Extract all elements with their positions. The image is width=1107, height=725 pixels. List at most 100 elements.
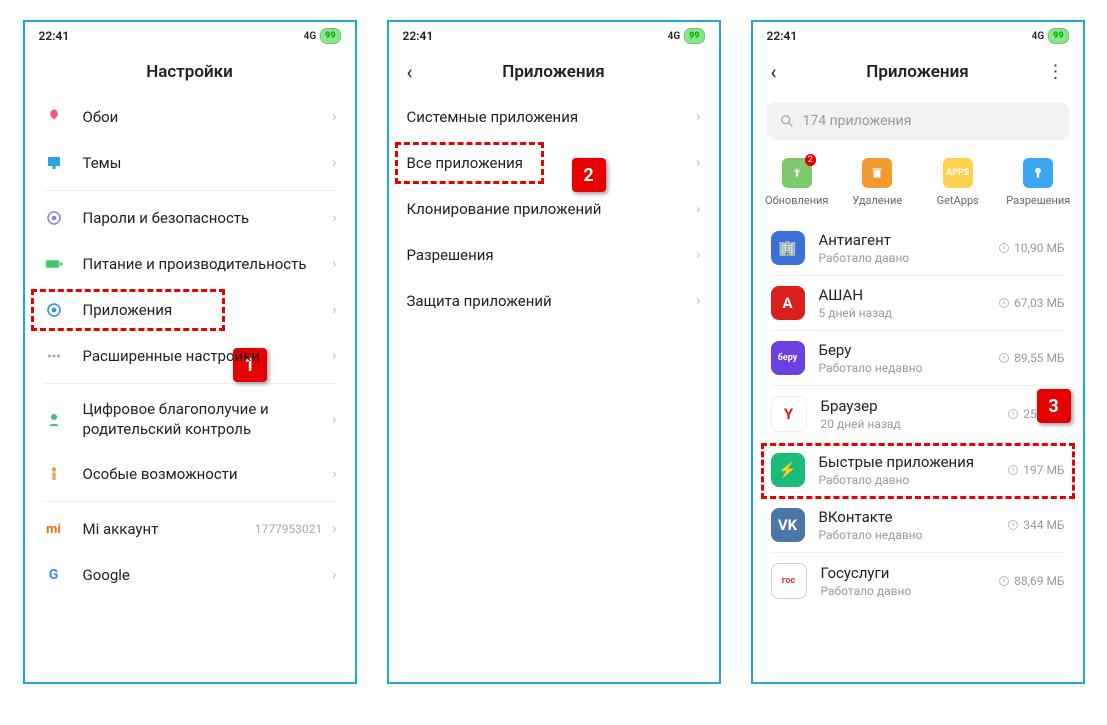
quick-uninstall[interactable]: Удаление	[837, 158, 918, 207]
updates-icon: 2	[782, 158, 812, 188]
app-row[interactable]: беру Беру Работало недавно 89,55 МБ	[753, 331, 1083, 385]
divider	[43, 383, 337, 384]
app-icon: Y	[771, 396, 807, 432]
permissions-icon	[1023, 158, 1053, 188]
step-badge-3: 3	[1037, 389, 1071, 423]
app-name: Браузер	[821, 397, 1008, 415]
row-wallpaper[interactable]: Обои ›	[25, 94, 355, 140]
app-row[interactable]: гос Госуслуги Работало давно 88,69 МБ	[753, 553, 1083, 609]
row-mi-account[interactable]: mi Mi аккаунт 1777953021 ›	[25, 506, 355, 552]
back-button[interactable]: ‹	[763, 56, 785, 88]
getapps-icon: APPS	[943, 158, 973, 188]
battery-icon: 99	[684, 28, 704, 44]
app-subtitle: Работало недавно	[819, 361, 999, 375]
row-themes[interactable]: Темы ›	[25, 140, 355, 186]
divider	[43, 501, 337, 502]
app-texts: АШАН 5 дней назад	[819, 286, 999, 320]
row-apps[interactable]: Приложения ›	[25, 287, 355, 333]
quick-label: Обновления	[765, 194, 828, 207]
storage-icon	[1007, 464, 1019, 476]
row-label: Темы	[83, 154, 333, 172]
app-subtitle: 5 дней назад	[819, 306, 999, 320]
app-size: 89,55 МБ	[998, 351, 1064, 365]
app-name: АШАН	[819, 286, 999, 304]
app-row[interactable]: A АШАН 5 дней назад 67,03 МБ	[753, 276, 1083, 330]
quick-label: Разрешения	[1006, 194, 1070, 207]
chevron-right-icon: ›	[332, 302, 336, 318]
status-right: 4G 99	[1032, 28, 1069, 44]
quick-updates[interactable]: 2 Обновления	[757, 158, 838, 207]
app-row[interactable]: VK ВКонтакте Работало недавно 344 МБ	[753, 498, 1083, 552]
storage-icon	[998, 352, 1010, 364]
row-label: Обои	[83, 108, 333, 126]
row-permissions[interactable]: Разрешения ›	[389, 232, 719, 278]
row-all-apps[interactable]: Все приложения ›	[389, 140, 719, 186]
network-icon: 4G	[1032, 31, 1045, 42]
app-row[interactable]: Y Браузер 20 дней назад 255 МБ	[753, 386, 1083, 442]
chevron-right-icon: ›	[696, 293, 700, 309]
row-accessibility[interactable]: Особые возможности ›	[25, 451, 355, 497]
themes-icon	[43, 152, 65, 174]
chevron-right-icon: ›	[696, 155, 700, 171]
row-label: Google	[83, 566, 333, 584]
app-size: 197 МБ	[1007, 463, 1064, 477]
mi-account-value: 1777953021	[255, 522, 322, 536]
quick-permissions[interactable]: Разрешения	[998, 158, 1079, 207]
row-passwords-security[interactable]: Пароли и безопасность ›	[25, 195, 355, 241]
chevron-right-icon: ›	[332, 155, 336, 171]
chevron-right-icon: ›	[696, 109, 700, 125]
battery-icon: 99	[320, 28, 340, 44]
row-system-apps[interactable]: Системные приложения ›	[389, 94, 719, 140]
search-input[interactable]: 174 приложения	[767, 102, 1069, 140]
quick-getapps[interactable]: APPS GetApps	[918, 158, 999, 207]
row-label: Mi аккаунт	[83, 520, 255, 538]
app-size: 344 МБ	[1007, 518, 1064, 532]
quick-actions: 2 Обновления Удаление APPS GetApps Разре…	[753, 148, 1083, 221]
status-time: 22:41	[39, 29, 70, 43]
app-subtitle: Работало давно	[819, 473, 1008, 487]
row-app-protection[interactable]: Защита приложений ›	[389, 278, 719, 324]
app-row[interactable]: 🏢 Антиагент Работало давно 10,90 МБ	[753, 221, 1083, 275]
header: ‹ Приложения ⋮	[753, 50, 1083, 94]
app-icon: A	[771, 286, 805, 320]
back-button[interactable]: ‹	[399, 56, 421, 88]
chevron-right-icon: ›	[332, 466, 336, 482]
search-icon	[779, 113, 795, 129]
app-size: 67,03 МБ	[998, 296, 1064, 310]
row-label: Все приложения	[407, 154, 697, 172]
row-label: Питание и производительность	[83, 255, 333, 273]
app-row[interactable]: ⚡ Быстрые приложения Работало давно 197 …	[753, 443, 1083, 497]
row-digital-wellbeing[interactable]: Цифровое благополучие и родительский кон…	[25, 388, 355, 451]
row-label: Защита приложений	[407, 292, 697, 310]
row-battery-performance[interactable]: Питание и производительность ›	[25, 241, 355, 287]
app-icon: гос	[771, 563, 807, 599]
app-name: Антиагент	[819, 231, 999, 249]
chevron-right-icon: ›	[696, 201, 700, 217]
app-texts: Антиагент Работало давно	[819, 231, 999, 265]
phone-screen-settings: 22:41 4G 99 Настройки Обои › Темы › Паро…	[23, 20, 357, 684]
page-title: Приложения	[866, 62, 968, 82]
status-bar: 22:41 4G 99	[25, 22, 355, 50]
wallpaper-icon	[43, 106, 65, 128]
storage-icon	[998, 297, 1010, 309]
app-texts: Беру Работало недавно	[819, 341, 999, 375]
chevron-right-icon: ›	[696, 247, 700, 263]
app-list: 🏢 Антиагент Работало давно 10,90 МБ A АШ…	[753, 221, 1083, 609]
page-title: Настройки	[146, 62, 233, 82]
chevron-right-icon: ›	[332, 567, 336, 583]
advanced-icon	[43, 345, 65, 367]
app-icon: 🏢	[771, 231, 805, 265]
accessibility-icon	[43, 463, 65, 485]
menu-button[interactable]: ⋮	[1039, 58, 1073, 87]
row-clone-apps[interactable]: Клонирование приложений ›	[389, 186, 719, 232]
divider	[43, 190, 337, 191]
row-google[interactable]: G Google ›	[25, 552, 355, 598]
status-right: 4G 99	[668, 28, 705, 44]
phone-screen-all-apps: 22:41 4G 99 ‹ Приложения ⋮ 174 приложени…	[751, 20, 1085, 684]
status-time: 22:41	[403, 29, 434, 43]
app-subtitle: Работало давно	[819, 251, 999, 265]
status-time: 22:41	[767, 29, 798, 43]
row-advanced[interactable]: Расширенные настройки ›	[25, 333, 355, 379]
app-texts: Быстрые приложения Работало давно	[819, 453, 1008, 487]
storage-icon	[1007, 408, 1019, 420]
